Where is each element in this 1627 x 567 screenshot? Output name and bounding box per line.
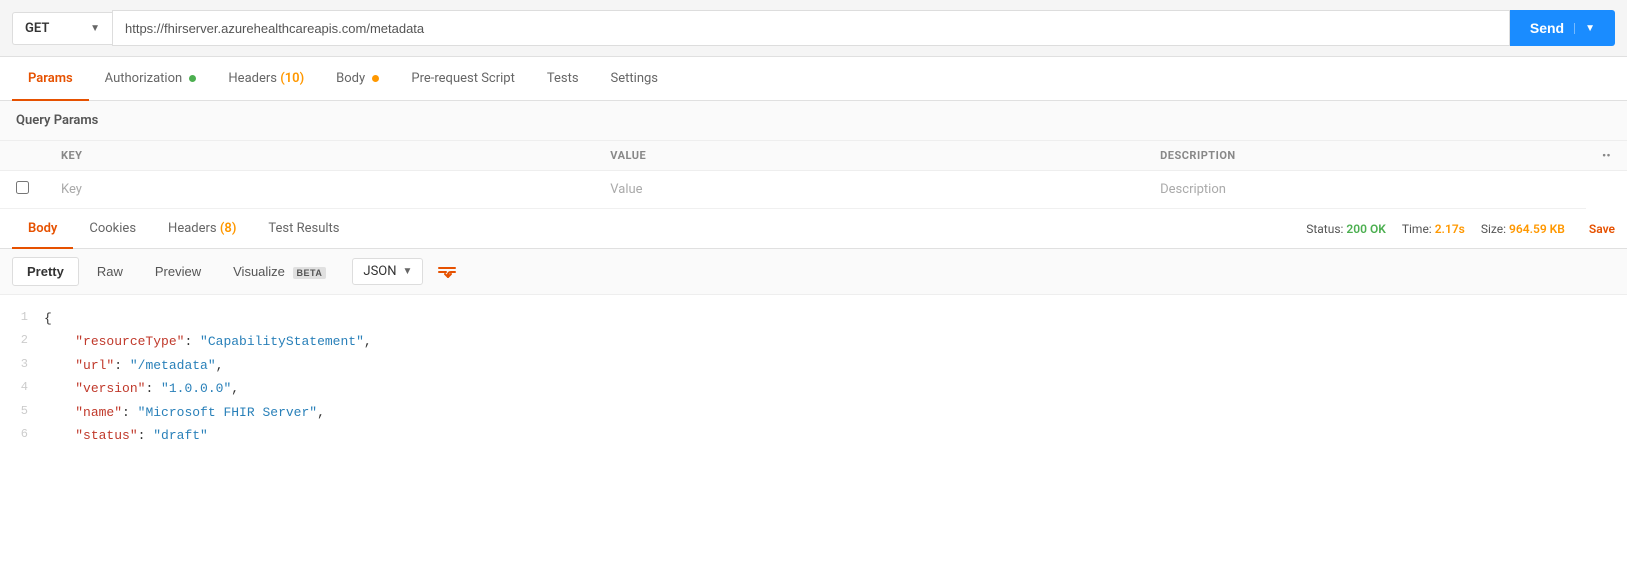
tab-params[interactable]: Params: [12, 57, 89, 100]
line-num-1: 1: [8, 307, 44, 329]
size-label: Size: 964.59 KB: [1481, 222, 1565, 236]
size-value: 964.59 KB: [1509, 222, 1565, 236]
method-select[interactable]: GET ▼: [12, 12, 112, 45]
query-params-header: Query Params: [0, 101, 1627, 141]
response-status: Status: 200 OK Time: 2.17s Size: 964.59 …: [1306, 222, 1615, 236]
key-cell[interactable]: Key: [45, 171, 594, 209]
json-format-select[interactable]: JSON ▼: [352, 258, 423, 285]
line-num-6: 6: [8, 424, 44, 446]
json-line-4: 4 "version": "1.0.0.0",: [0, 377, 1627, 400]
method-chevron-icon: ▼: [90, 23, 100, 34]
beta-badge: BETA: [293, 267, 327, 279]
row-checkbox[interactable]: [16, 181, 29, 194]
headers-count: (10): [280, 71, 304, 86]
send-label: Send: [1530, 20, 1564, 36]
status-value: 200 OK: [1346, 222, 1385, 236]
json-line-3: 3 "url": "/metadata",: [0, 354, 1627, 377]
time-value: 2.17s: [1435, 222, 1465, 236]
tab-tests[interactable]: Tests: [531, 57, 595, 100]
format-pretty-button[interactable]: Pretty: [12, 257, 79, 286]
url-input[interactable]: [112, 10, 1510, 46]
json-content-area: 1 { 2 "resourceType": "CapabilityStateme…: [0, 295, 1627, 459]
description-cell[interactable]: Description: [1144, 171, 1586, 209]
format-bar: Pretty Raw Preview Visualize BETA JSON ▼: [0, 249, 1627, 295]
col-value: VALUE: [594, 141, 1144, 171]
tab-cookies[interactable]: Cookies: [73, 209, 152, 248]
col-description: DESCRIPTION: [1144, 141, 1586, 171]
params-table: KEY VALUE DESCRIPTION •• Key Value Descr…: [0, 141, 1627, 209]
send-button[interactable]: Send ▼: [1510, 10, 1615, 46]
line-num-3: 3: [8, 354, 44, 376]
authorization-dot: [189, 75, 196, 82]
url-bar: GET ▼ Send ▼: [0, 0, 1627, 57]
json-line-6: 6 "status": "draft": [0, 424, 1627, 447]
json-line-5: 5 "name": "Microsoft FHIR Server",: [0, 401, 1627, 424]
response-headers-count: (8): [220, 221, 237, 236]
response-tabs-bar: Body Cookies Headers (8) Test Results St…: [0, 209, 1627, 249]
col-key: KEY: [45, 141, 594, 171]
tab-response-body[interactable]: Body: [12, 209, 73, 248]
format-raw-button[interactable]: Raw: [83, 258, 137, 285]
tab-authorization[interactable]: Authorization: [89, 57, 213, 100]
json-select-chevron-icon: ▼: [403, 266, 413, 277]
save-button[interactable]: Save: [1589, 222, 1615, 236]
row-checkbox-cell[interactable]: [0, 171, 45, 209]
col-checkbox: [0, 141, 45, 171]
send-chevron-icon: ▼: [1574, 23, 1595, 34]
tab-test-results[interactable]: Test Results: [252, 209, 355, 248]
status-label: Status: 200 OK: [1306, 222, 1386, 236]
body-dot: [372, 75, 379, 82]
line-num-4: 4: [8, 377, 44, 399]
json-line-2: 2 "resourceType": "CapabilityStatement",: [0, 330, 1627, 353]
format-preview-button[interactable]: Preview: [141, 258, 215, 285]
tab-prerequest[interactable]: Pre-request Script: [395, 57, 530, 100]
col-more: ••: [1586, 141, 1627, 171]
time-label: Time: 2.17s: [1402, 222, 1465, 236]
method-label: GET: [25, 21, 49, 36]
wrap-icon[interactable]: [437, 261, 459, 283]
request-tabs: Params Authorization Headers (10) Body P…: [0, 57, 1627, 101]
table-row: Key Value Description: [0, 171, 1627, 209]
tab-response-headers[interactable]: Headers (8): [152, 209, 252, 248]
line-num-5: 5: [8, 401, 44, 423]
tab-headers[interactable]: Headers (10): [212, 57, 320, 100]
format-visualize-button[interactable]: Visualize BETA: [219, 258, 340, 285]
line-num-2: 2: [8, 330, 44, 352]
tab-settings[interactable]: Settings: [595, 57, 674, 100]
tab-body[interactable]: Body: [320, 57, 395, 100]
value-cell[interactable]: Value: [594, 171, 1144, 209]
json-line-1: 1 {: [0, 307, 1627, 330]
